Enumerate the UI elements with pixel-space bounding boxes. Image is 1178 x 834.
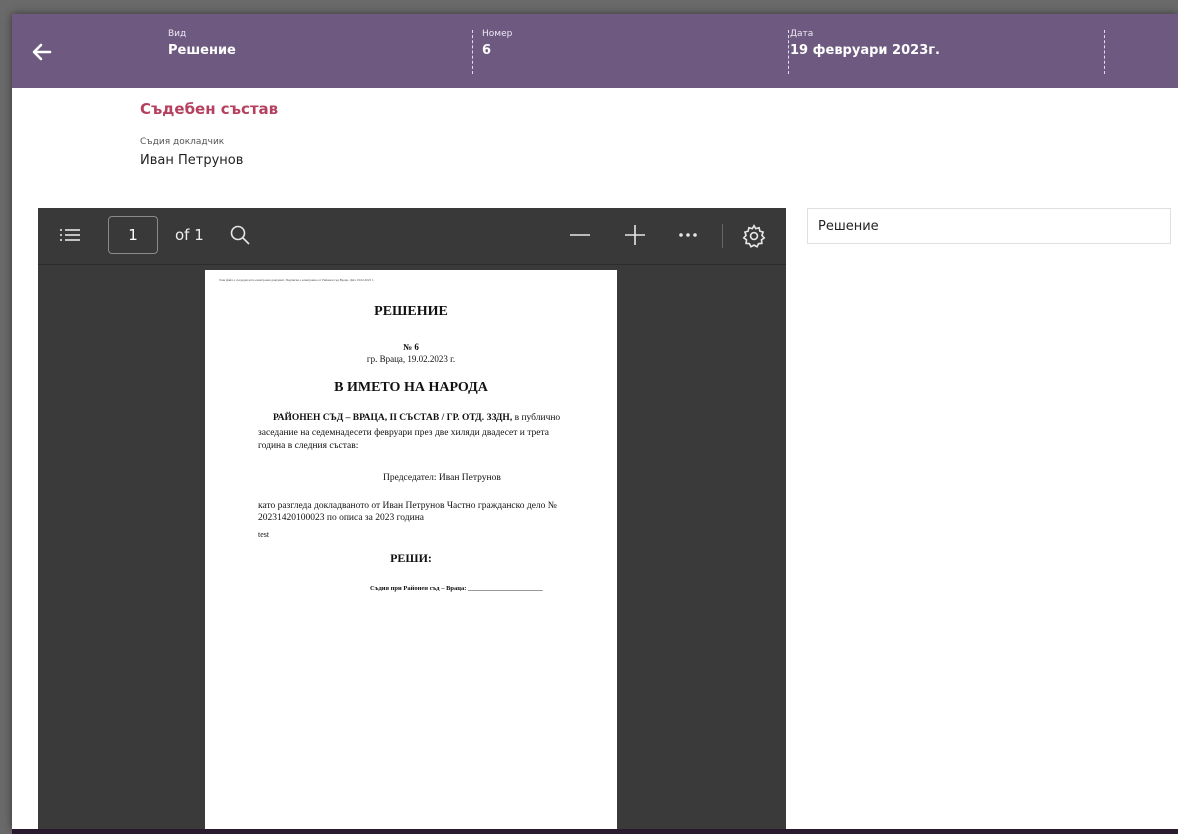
composition-title: Съдебен състав <box>140 100 279 118</box>
zoom-out-icon[interactable] <box>568 225 592 245</box>
header-divider <box>1104 30 1105 74</box>
document-case-line2: 20231420100023 по описа за 2023 година <box>258 513 424 523</box>
document-chair: Председател: Иван Петрунов <box>383 473 501 483</box>
number-label: Номер <box>482 29 513 39</box>
header-divider <box>472 30 473 74</box>
court-name: РАЙОНЕН СЪД – ВРАЦА, II СЪСТАВ / ГР. ОТД… <box>273 413 513 423</box>
document-session-line1: заседание на седемнадесети февруари през… <box>258 428 549 438</box>
document-heading: РЕШЕНИЕ <box>374 304 448 319</box>
kind-field: Вид Решение <box>168 28 236 60</box>
document-place-date: гр. Враца, 19.02.2023 г. <box>366 354 456 364</box>
search-icon[interactable] <box>228 223 252 247</box>
taskbar-strip <box>12 829 1178 834</box>
zoom-in-icon[interactable] <box>623 223 647 247</box>
document-header: Вид Решение Номер 6 Дата 19 февруари 202… <box>12 14 1178 88</box>
court-rest: в публично <box>512 413 561 423</box>
date-field: Дата 19 февруари 2023г. <box>790 28 940 60</box>
judge-label: Съдия докладчик <box>140 137 225 147</box>
document-session-line2: година в следния състав: <box>258 441 359 451</box>
outline-list-icon[interactable] <box>58 225 82 245</box>
side-panel-tab[interactable]: Решение <box>807 208 1171 244</box>
back-arrow-icon[interactable] <box>30 40 54 64</box>
document-court-line: РАЙОНЕН СЪД – ВРАЦА, II СЪСТАВ / ГР. ОТД… <box>273 413 560 423</box>
document-number: № 6 <box>403 342 419 352</box>
pdf-toolbar: 1 of 1 <box>38 208 786 265</box>
document-test-text: test <box>258 530 270 539</box>
page-number-input[interactable]: 1 <box>108 216 158 254</box>
number-value: 6 <box>482 43 492 58</box>
document-scroll-area[interactable]: Този файл е създаден като електронен док… <box>38 265 786 829</box>
kind-label: Вид <box>168 29 187 39</box>
kind-value: Решение <box>168 43 236 58</box>
number-field: Номер 6 <box>482 28 512 60</box>
app-window: Вид Решение Номер 6 Дата 19 февруари 202… <box>12 14 1178 829</box>
document-people-heading: В ИМЕТО НА НАРОДА <box>334 380 488 395</box>
page-total: of 1 <box>175 226 204 244</box>
document-signature: Съдия при Районен съд – Враца: _________… <box>370 585 543 592</box>
document-decided: РЕШИ: <box>390 551 432 565</box>
date-value: 19 февруари 2023г. <box>790 43 940 58</box>
toolbar-divider <box>722 224 723 248</box>
pdf-viewer: 1 of 1 Този файл е създаден като електро… <box>38 208 786 829</box>
document-case-line1: като разгледа докладваното от Иван Петру… <box>258 501 557 511</box>
more-options-icon[interactable] <box>676 228 700 242</box>
date-label: Дата <box>790 29 814 39</box>
document-top-note: Този файл е създаден като електронен док… <box>219 278 374 282</box>
header-divider <box>788 30 789 74</box>
document-page: Този файл е създаден като електронен док… <box>205 270 617 829</box>
judge-value: Иван Петрунов <box>140 153 244 168</box>
settings-gear-icon[interactable] <box>741 223 767 249</box>
